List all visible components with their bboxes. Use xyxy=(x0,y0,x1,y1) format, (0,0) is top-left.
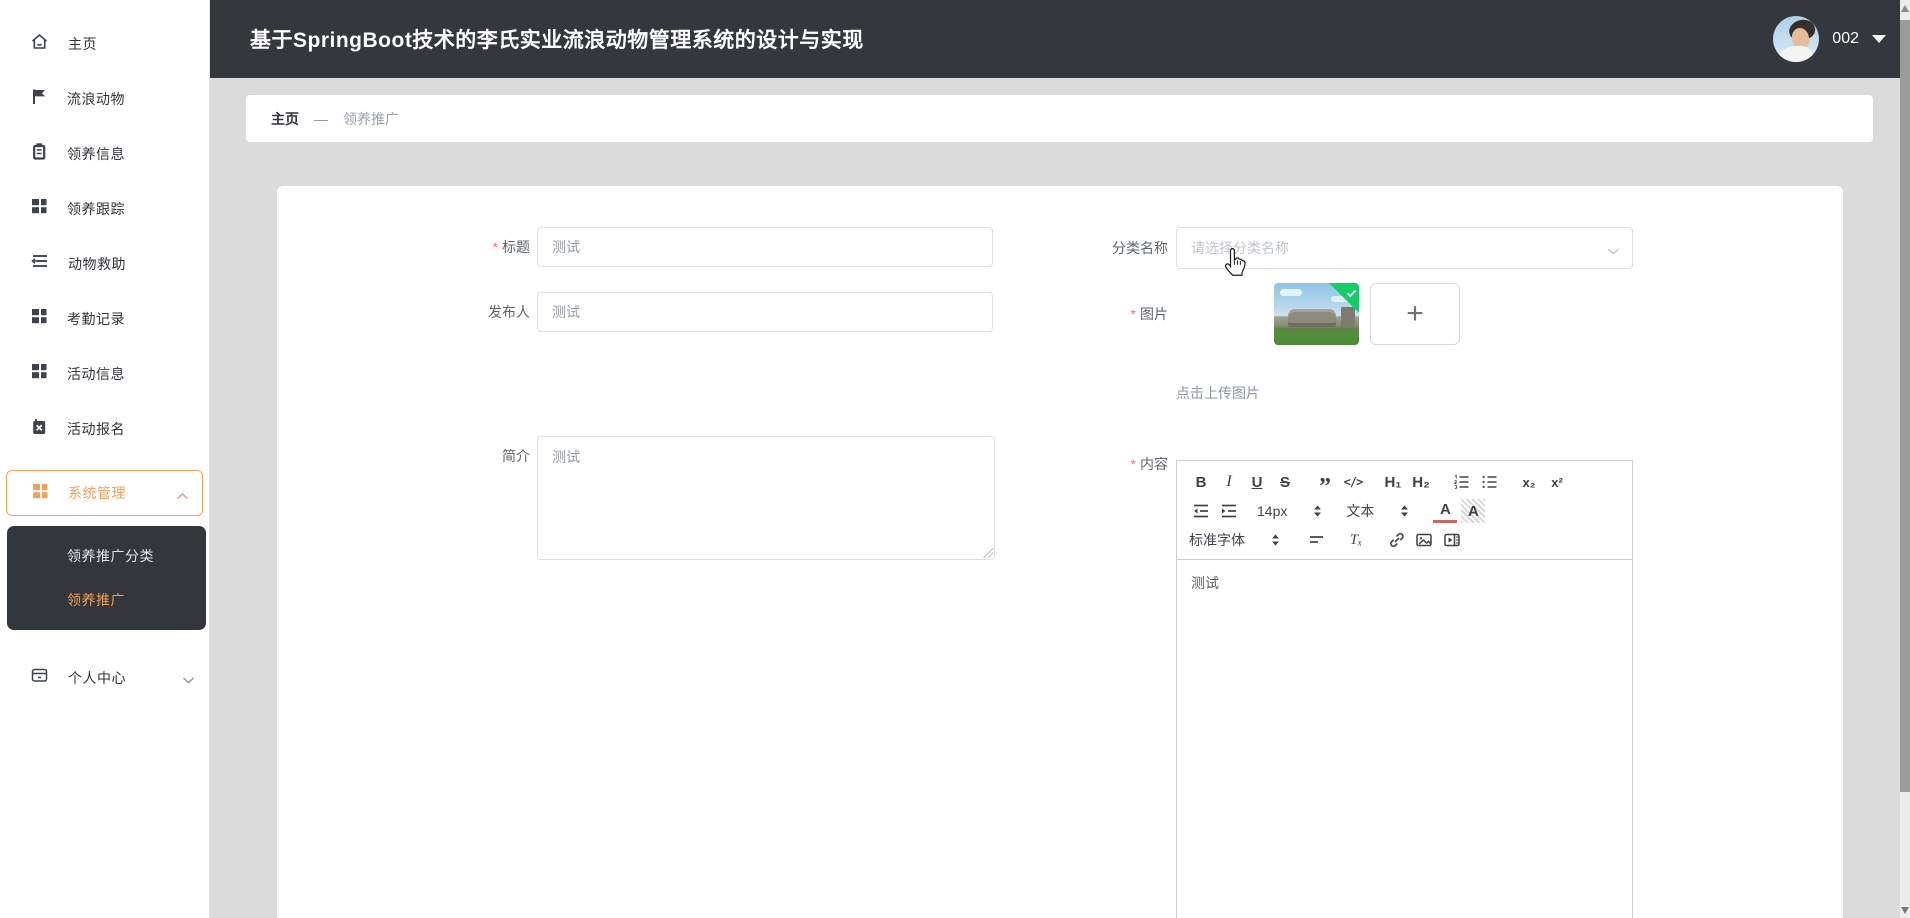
strikethrough-button[interactable]: S xyxy=(1273,470,1297,494)
sidebar-item-stray-animals[interactable]: 流浪动物 xyxy=(0,71,209,126)
chevron-up-icon xyxy=(176,488,189,506)
sidebar-item-home[interactable]: 主页 xyxy=(0,16,209,71)
clipboard-icon xyxy=(30,142,48,166)
submenu-item-adoption-promo-category[interactable]: 领养推广分类 xyxy=(7,534,206,578)
font-size-select[interactable]: 14px xyxy=(1257,503,1322,519)
upload-hint: 点击上传图片 xyxy=(1176,383,1260,403)
page-title: 基于SpringBoot技术的李氏实业流浪动物管理系统的设计与实现 xyxy=(250,24,864,54)
wallet-icon xyxy=(30,666,49,689)
video-button[interactable] xyxy=(1440,528,1464,552)
signup-icon xyxy=(30,417,48,441)
heading1-button[interactable]: H₁ xyxy=(1381,470,1405,494)
underline-button[interactable]: U xyxy=(1245,470,1269,494)
dropdown-caret-icon xyxy=(1872,35,1886,43)
sidebar-item-label: 活动报名 xyxy=(67,419,125,439)
editor-toolbar: B I U S ” </> H₁ H₂ xyxy=(1177,461,1632,560)
breadcrumb: 主页 — 领养推广 xyxy=(246,95,1873,142)
resize-grip[interactable] xyxy=(981,546,993,558)
paragraph-style-select[interactable]: 文本 xyxy=(1346,501,1409,521)
sidebar-item-label: 主页 xyxy=(68,34,97,54)
italic-button[interactable]: I xyxy=(1217,470,1241,494)
required-mark: * xyxy=(1131,456,1136,472)
indent-button[interactable] xyxy=(1217,499,1241,523)
breadcrumb-home[interactable]: 主页 xyxy=(271,109,299,129)
editor-content[interactable]: 测试 xyxy=(1177,560,1632,606)
required-mark: * xyxy=(1131,306,1136,322)
bullet-list-button[interactable] xyxy=(1477,470,1501,494)
scrollbar-thumb[interactable] xyxy=(1900,20,1910,792)
heading2-button[interactable]: H₂ xyxy=(1409,470,1433,494)
breadcrumb-separator: — xyxy=(314,111,328,127)
scroll-down-arrow-icon[interactable] xyxy=(1901,907,1909,914)
subscript-button[interactable]: x₂ xyxy=(1517,470,1541,494)
updown-icon xyxy=(1271,534,1280,546)
text-color-button[interactable]: A xyxy=(1433,499,1457,523)
sidebar-item-label: 考勤记录 xyxy=(67,309,125,329)
grid-icon xyxy=(30,197,48,220)
adoption-promo-form-card: *标题 分类名称 请选择分类名称 发布人 *图片 + 点击上传图片 xyxy=(277,186,1843,918)
top-header: 基于SpringBoot技术的李氏实业流浪动物管理系统的设计与实现 002 xyxy=(210,0,1910,78)
sidebar-item-adoption-tracking[interactable]: 领养跟踪 xyxy=(0,181,209,236)
content-label: *内容 xyxy=(277,455,1168,473)
sidebar-item-system-management[interactable]: 系统管理 xyxy=(6,470,203,516)
chevron-down-icon xyxy=(1607,243,1620,261)
sidebar-item-adoption-info[interactable]: 领养信息 xyxy=(0,126,209,181)
username: 002 xyxy=(1832,30,1859,48)
blockquote-button[interactable]: ” xyxy=(1313,470,1337,494)
vertical-scrollbar[interactable] xyxy=(1900,0,1910,918)
grid-icon xyxy=(31,482,49,505)
sidebar-item-activity-info[interactable]: 活动信息 xyxy=(0,346,209,401)
home-icon xyxy=(30,32,49,56)
system-management-submenu: 领养推广分类 领养推广 xyxy=(7,526,206,630)
sidebar-item-attendance[interactable]: 考勤记录 xyxy=(0,291,209,346)
image-button[interactable] xyxy=(1412,528,1436,552)
code-block-button[interactable]: </> xyxy=(1341,470,1365,494)
grid-icon xyxy=(30,307,48,330)
flag-icon xyxy=(30,87,48,111)
sidebar-item-label: 领养信息 xyxy=(67,144,125,164)
outdent-button[interactable] xyxy=(1189,499,1213,523)
scroll-up-arrow-icon[interactable] xyxy=(1901,5,1909,12)
grid-icon xyxy=(30,362,48,385)
clear-format-button[interactable]: Tₓ xyxy=(1344,528,1368,552)
category-placeholder: 请选择分类名称 xyxy=(1191,238,1289,258)
chevron-down-icon xyxy=(182,672,195,690)
submenu-item-adoption-promo[interactable]: 领养推广 xyxy=(7,578,206,622)
updown-icon xyxy=(1400,505,1409,517)
uploaded-image-thumbnail[interactable] xyxy=(1274,283,1359,345)
sidebar-item-label: 流浪动物 xyxy=(67,89,125,109)
image-label: *图片 xyxy=(277,283,1168,345)
align-button[interactable] xyxy=(1304,528,1328,552)
sidebar-item-animal-rescue[interactable]: 动物救助 xyxy=(0,236,209,291)
plus-icon: + xyxy=(1406,299,1424,329)
add-image-button[interactable]: + xyxy=(1370,283,1460,345)
sidebar-item-label: 活动信息 xyxy=(67,364,125,384)
category-select[interactable]: 请选择分类名称 xyxy=(1176,227,1633,269)
sidebar-item-activity-signup[interactable]: 活动报名 xyxy=(0,401,209,456)
font-family-select[interactable]: 标准字体 xyxy=(1189,530,1280,550)
sidebar-item-label: 领养跟踪 xyxy=(67,199,125,219)
user-menu[interactable]: 002 xyxy=(1773,0,1886,78)
bold-button[interactable]: B xyxy=(1189,470,1213,494)
rich-text-editor: B I U S ” </> H₁ H₂ xyxy=(1176,460,1633,918)
check-icon xyxy=(1346,285,1357,303)
sidebar: 主页 流浪动物 领养信息 领养跟踪 xyxy=(0,0,210,918)
submenu-item-label: 领养推广分类 xyxy=(67,546,154,566)
sidebar-item-personal-center[interactable]: 个人中心 xyxy=(0,650,209,705)
highlight-color-button[interactable]: A xyxy=(1461,499,1485,523)
breadcrumb-current: 领养推广 xyxy=(343,109,399,129)
submenu-item-label: 领养推广 xyxy=(67,590,125,610)
link-button[interactable] xyxy=(1384,528,1408,552)
rescue-list-icon xyxy=(30,252,49,275)
category-label: 分类名称 xyxy=(277,227,1168,269)
superscript-button[interactable]: x² xyxy=(1545,470,1569,494)
updown-icon xyxy=(1313,505,1322,517)
avatar[interactable] xyxy=(1773,16,1819,62)
sidebar-item-label: 动物救助 xyxy=(68,254,126,274)
sidebar-item-label: 系统管理 xyxy=(68,483,126,503)
sidebar-item-label: 个人中心 xyxy=(68,668,126,688)
ordered-list-button[interactable] xyxy=(1449,470,1473,494)
